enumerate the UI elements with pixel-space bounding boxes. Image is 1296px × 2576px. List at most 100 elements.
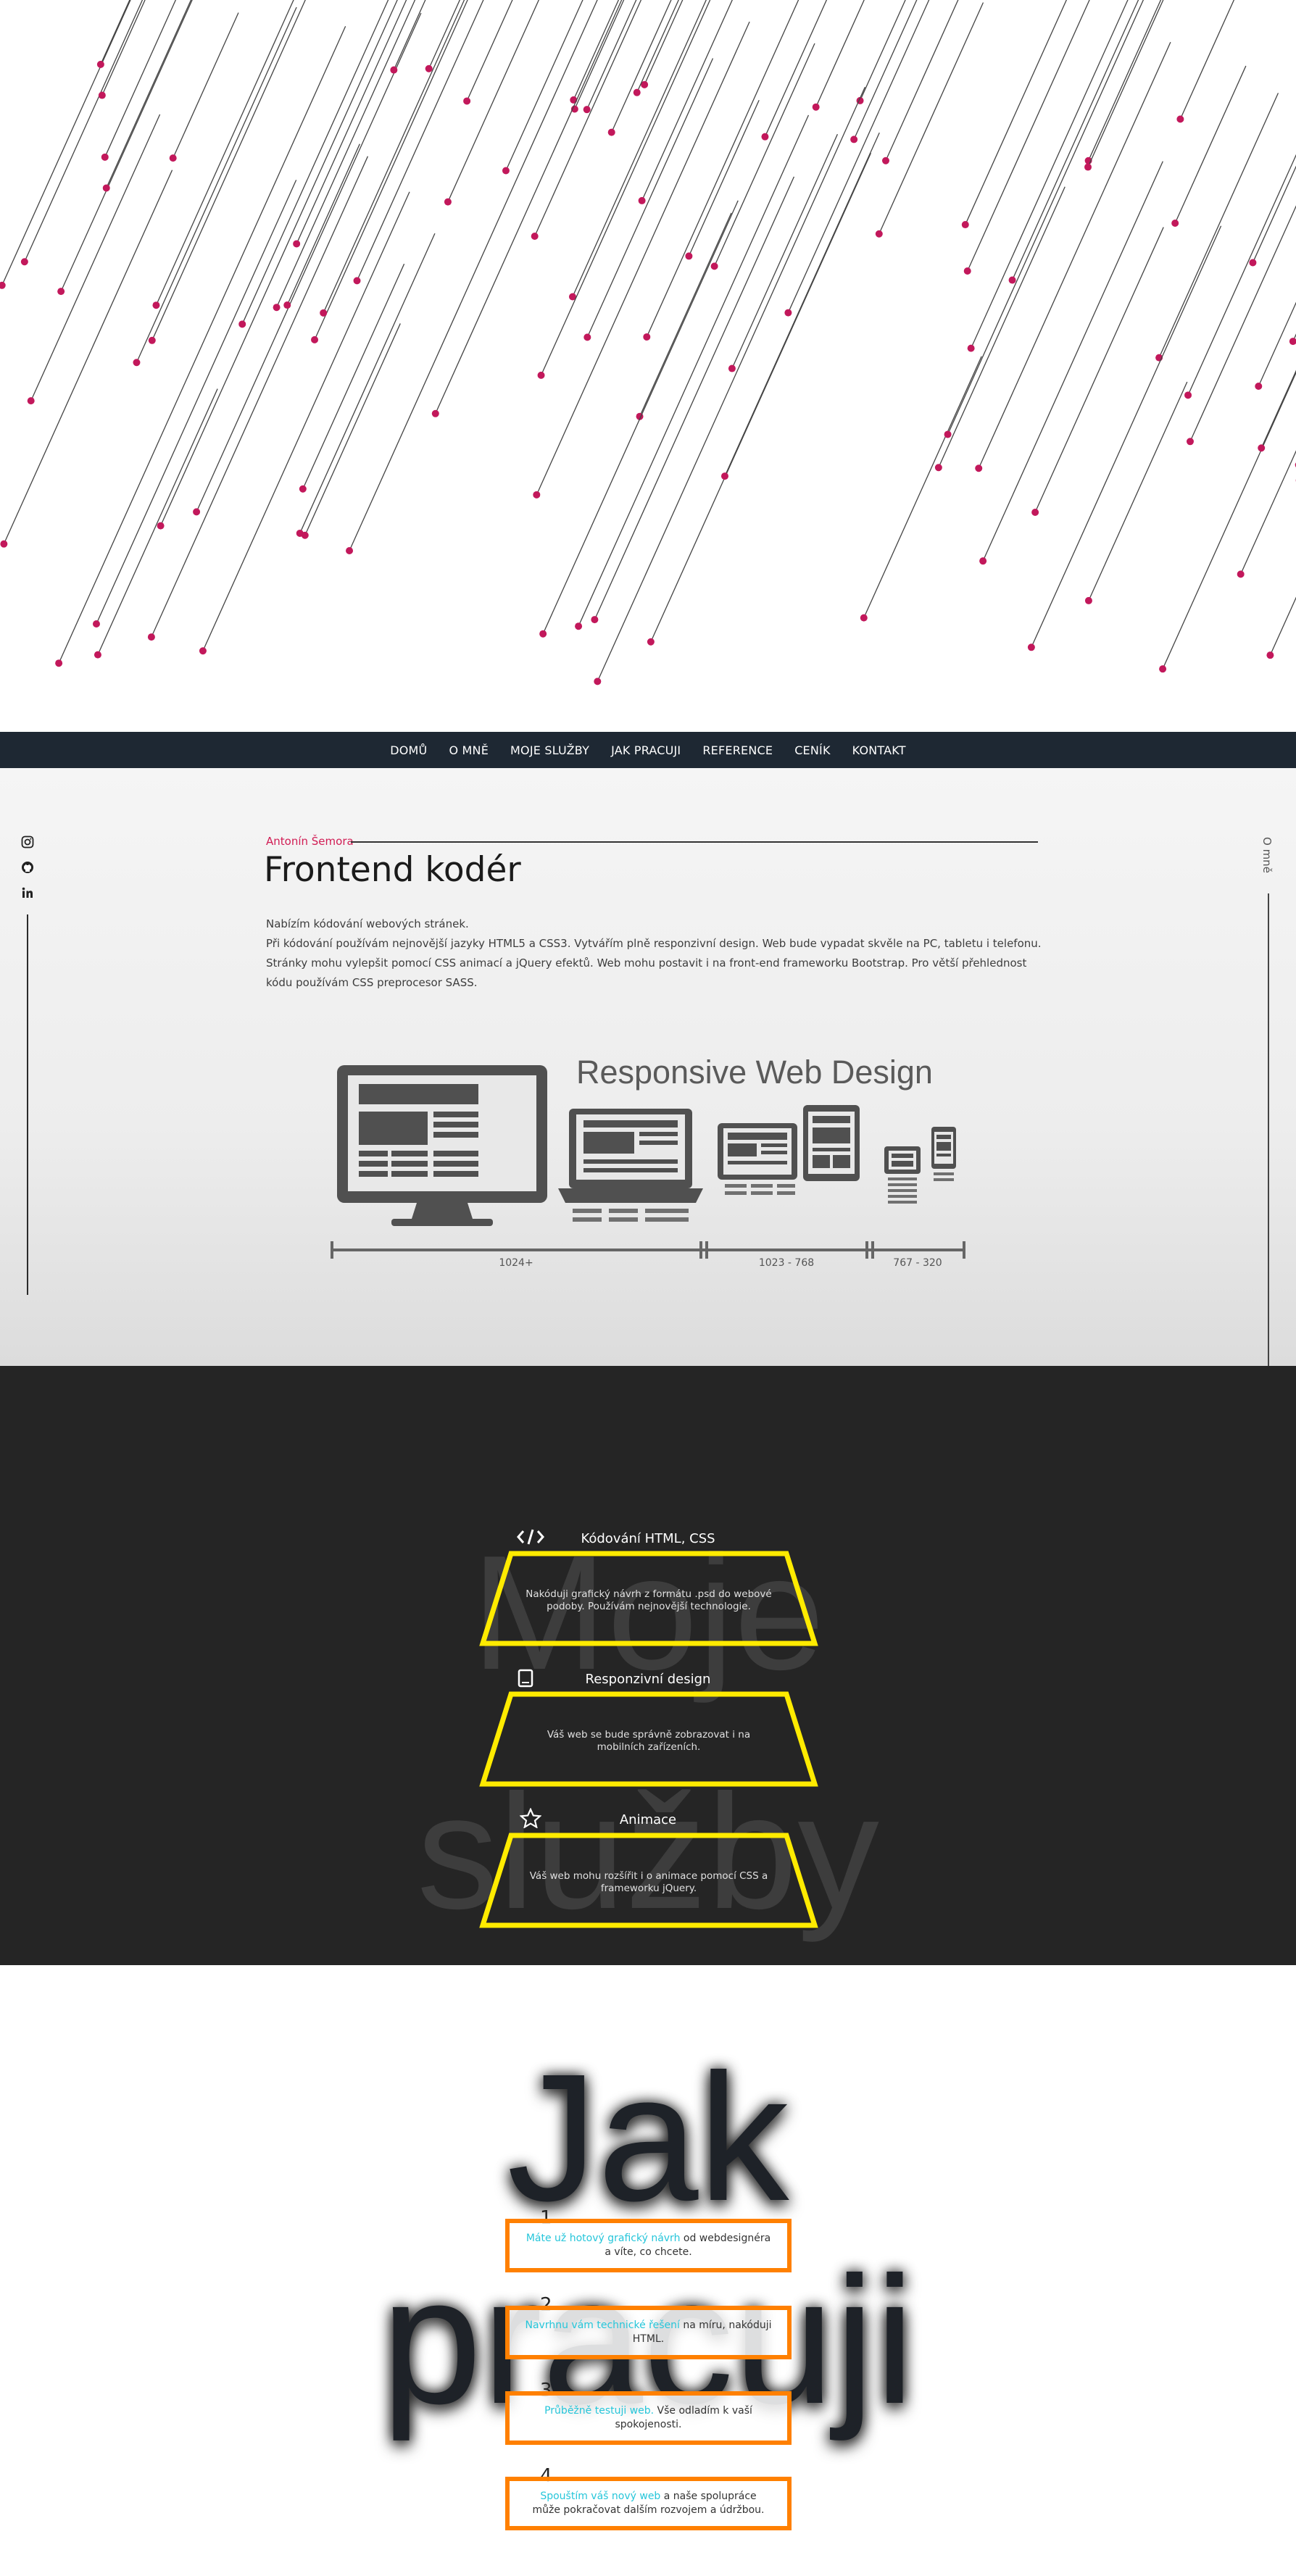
falling-line <box>58 26 346 664</box>
service-text-1: Nakóduji grafický návrh z formátu .psd d… <box>526 1588 772 1612</box>
falling-line-dot <box>875 230 883 238</box>
falling-line <box>60 0 193 292</box>
falling-line <box>764 0 828 137</box>
social-links <box>19 833 36 909</box>
instagram-icon[interactable] <box>19 833 36 851</box>
nav-item-domu[interactable]: DOMŮ <box>379 743 438 757</box>
step-box-2: Navrhnu vám technické řešení na míru, na… <box>505 2306 792 2359</box>
falling-line-dot <box>273 304 281 312</box>
falling-line-dot <box>1031 509 1039 517</box>
falling-line <box>982 161 1163 562</box>
falling-line-dot <box>94 651 101 659</box>
step-highlight-3: Průběžně testuji web. <box>544 2405 655 2417</box>
github-icon[interactable] <box>19 859 36 876</box>
falling-line <box>96 180 297 625</box>
falling-line-dot <box>1255 382 1263 390</box>
falling-line-dot <box>147 633 155 641</box>
falling-line-dot <box>98 91 106 99</box>
falling-line-dot <box>0 281 6 289</box>
falling-line <box>938 186 1066 468</box>
linkedin-icon[interactable] <box>19 884 36 901</box>
falling-line-dot <box>647 638 655 646</box>
falling-line <box>859 0 906 101</box>
falling-line-dot <box>583 106 591 114</box>
falling-line <box>1240 450 1296 575</box>
desktop-monitor-icon <box>337 1065 547 1226</box>
falling-line <box>159 0 398 526</box>
service-text-2: Váš web se bude správně zobrazovat i na … <box>547 1729 751 1753</box>
falling-line <box>636 0 679 93</box>
falling-line-dot <box>812 103 820 111</box>
falling-line <box>644 0 684 86</box>
service-header-2: Responzivní design <box>516 1667 748 1691</box>
service-card-2: Váš web se bude správně zobrazovat i na … <box>478 1691 819 1787</box>
nav-item-kontakt[interactable]: KONTAKT <box>842 743 917 757</box>
falling-line <box>639 212 732 417</box>
falling-line <box>1252 165 1296 263</box>
falling-line <box>815 0 865 107</box>
falling-line <box>1011 0 1139 280</box>
falling-line-dot <box>1159 665 1167 673</box>
nav-item-cenik[interactable]: CENÍK <box>784 743 841 757</box>
falling-line <box>97 388 218 655</box>
falling-line <box>542 200 739 634</box>
falling-line-dot <box>643 333 651 341</box>
falling-line <box>314 0 468 341</box>
falling-line <box>1088 381 1188 601</box>
falling-line <box>1260 370 1296 449</box>
step-highlight-4: Spouštím váš nový web <box>540 2490 661 2502</box>
falling-line <box>863 356 982 618</box>
falling-line <box>965 0 1068 225</box>
falling-line <box>393 0 426 70</box>
falling-line <box>1087 0 1164 167</box>
falling-line <box>586 0 637 110</box>
falling-line <box>1 0 131 286</box>
service-card-1: Nakóduji grafický návrh z formátu .psd d… <box>478 1551 819 1646</box>
intro-line-3: Stránky mohu vylepšit pomocí CSS animací… <box>266 956 1027 989</box>
falling-line <box>299 233 436 534</box>
falling-line-dot <box>860 614 868 622</box>
falling-line-dot <box>148 336 156 344</box>
service-header-1: Kódování HTML, CSS <box>516 1527 748 1550</box>
service-header-3: Animace <box>516 1808 748 1831</box>
falling-line-dot <box>607 128 615 136</box>
falling-line-dot <box>101 153 109 161</box>
falling-line <box>971 0 1129 349</box>
falling-line-dot <box>299 485 307 493</box>
tablet-icons <box>718 1105 860 1195</box>
page-title: Frontend kodér <box>264 850 521 890</box>
falling-line <box>978 41 1171 469</box>
falling-lines-graphic <box>0 0 1296 685</box>
falling-line-dot <box>728 364 736 372</box>
falling-line-dot <box>967 344 975 352</box>
nav-item-reference[interactable]: REFERENCE <box>691 743 784 757</box>
falling-line <box>650 152 872 643</box>
service-title-2: Responzivní design <box>585 1671 711 1687</box>
falling-line-dot <box>390 66 398 74</box>
falling-line <box>597 86 865 682</box>
falling-line <box>1269 596 1296 656</box>
main-navigation: DOMŮ O MNĚ MOJE SLUŽBY JAK PRACUJI REFER… <box>0 732 1296 768</box>
falling-line <box>1187 154 1296 396</box>
falling-line <box>1162 371 1296 670</box>
nav-item-moje-sluzby[interactable]: MOJE SLUŽBY <box>499 743 600 757</box>
process-bg-word-1: Jak <box>507 2036 789 2238</box>
falling-line-dot <box>92 620 100 628</box>
nav-item-o-mne[interactable]: O MNĚ <box>438 743 499 757</box>
step-box-3: Průběžně testuji web. Vše odladím k vaší… <box>505 2391 792 2445</box>
side-divider-line <box>1268 893 1269 1408</box>
falling-line-dot <box>594 678 602 685</box>
falling-line-dot <box>944 430 952 438</box>
falling-line <box>787 0 930 313</box>
section-side-label: O mně <box>1258 837 1279 1408</box>
falling-line-dot <box>238 320 246 328</box>
falling-line <box>505 0 583 171</box>
falling-line <box>286 143 360 306</box>
falling-line-dot <box>346 546 354 554</box>
falling-line-dot <box>881 157 889 164</box>
nav-item-jak-pracuji[interactable]: JAK PRACUJI <box>600 743 691 757</box>
falling-line <box>1034 227 1164 513</box>
falling-line-dot <box>537 371 545 379</box>
falling-line-dot <box>975 464 983 472</box>
falling-line-dot <box>1084 163 1092 171</box>
